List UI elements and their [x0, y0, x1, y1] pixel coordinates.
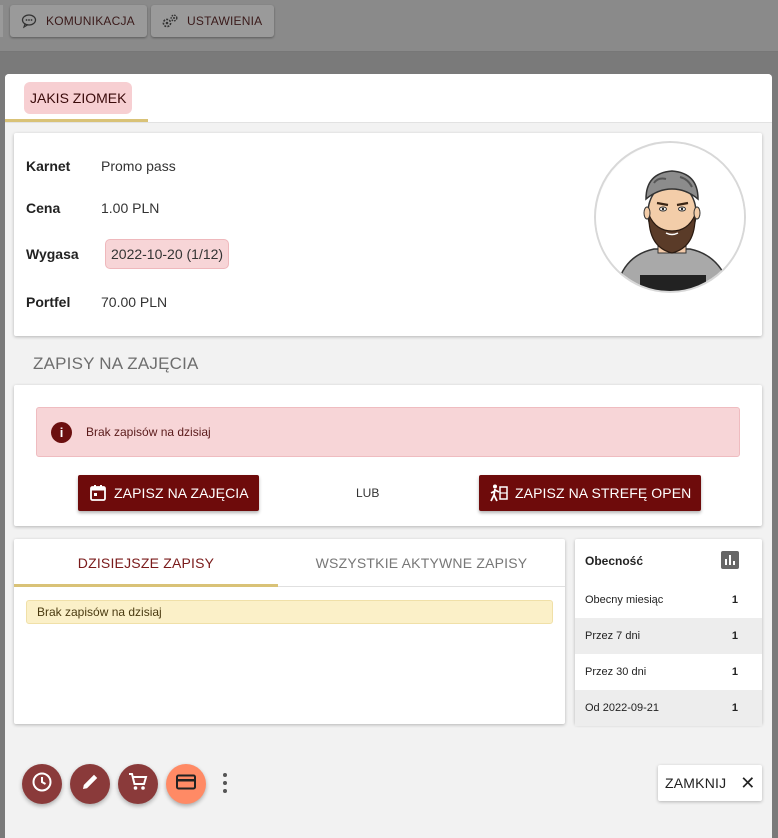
bookings-card: DZISIEJSZE ZAPISY WSZYSTKIE AKTYWNE ZAPI…: [14, 539, 565, 724]
attendance-label: Przez 30 dni: [585, 666, 647, 678]
chat-icon: [20, 13, 38, 29]
info-value: 70.00 PLN: [101, 294, 168, 310]
bookings-tabs: DZISIEJSZE ZAPISY WSZYSTKIE AKTYWNE ZAPI…: [14, 539, 565, 587]
attendance-value: 1: [731, 594, 738, 606]
tab-today-bookings[interactable]: DZISIEJSZE ZAPISY: [14, 539, 278, 587]
attendance-value: 1: [731, 666, 738, 678]
history-button[interactable]: [22, 764, 62, 804]
close-icon: ✕: [740, 772, 756, 793]
attendance-row: Obecny miesiąc 1: [575, 582, 762, 618]
attendance-value: 1: [731, 702, 738, 714]
nav-item-partial[interactable]: [0, 5, 3, 37]
bookings-tab-indicator: [14, 584, 278, 587]
signup-card: i Brak zapisów na dzisiaj ZAPISZ NA ZAJĘ…: [14, 385, 762, 526]
payment-card-button[interactable]: [166, 764, 206, 804]
signup-open-zone-button[interactable]: ZAPISZ NA STREFĘ OPEN: [479, 475, 702, 511]
close-button[interactable]: ZAMKNIJ ✕: [658, 765, 762, 801]
bar-chart-icon[interactable]: [721, 551, 739, 569]
info-value: 1.00 PLN: [101, 200, 160, 216]
signup-open-zone-label: ZAPISZ NA STREFĘ OPEN: [515, 485, 692, 501]
or-label: LUB: [356, 486, 380, 500]
attendance-title: Obecność: [585, 554, 644, 568]
attendance-row: Przez 7 dni 1: [575, 618, 762, 654]
attendance-label: Od 2022-09-21: [585, 702, 659, 714]
top-navigation: KOMUNIKACJA USTAWIENIA: [0, 0, 778, 52]
more-vert-icon[interactable]: [223, 773, 227, 793]
attendance-label: Przez 7 dni: [585, 630, 641, 642]
info-row-wygasa: Wygasa 2022-10-20 (1/12): [26, 239, 230, 269]
member-avatar: [594, 141, 746, 293]
nav-komunikacja-label: KOMUNIKACJA: [46, 14, 135, 28]
info-label: Wygasa: [26, 246, 79, 262]
pencil-icon: [79, 771, 101, 798]
member-modal: JAKIS ZIOMEK Karnet Promo pass Cena 1.00…: [5, 74, 772, 838]
info-label: Portfel: [26, 294, 71, 310]
edit-button[interactable]: [70, 764, 110, 804]
info-label: Karnet: [26, 158, 71, 174]
member-name-tab[interactable]: JAKIS ZIOMEK: [24, 82, 133, 114]
no-signups-alert: i Brak zapisów na dzisiaj: [36, 407, 740, 457]
alert-text: Brak zapisów na dzisiaj: [86, 425, 211, 439]
cart-icon: [127, 771, 149, 798]
info-value: Promo pass: [101, 158, 176, 174]
attendance-label: Obecny miesiąc: [585, 594, 664, 606]
nav-komunikacja-button[interactable]: KOMUNIKACJA: [10, 5, 147, 37]
expiry-badge: 2022-10-20 (1/12): [105, 239, 230, 269]
info-row-portfel: Portfel 70.00 PLN: [26, 294, 167, 310]
attendance-card: Obecność Obecny miesiąc 1 Przez 7 dni 1 …: [575, 539, 762, 726]
fitness-icon: [489, 483, 509, 503]
info-row-karnet: Karnet Promo pass: [26, 158, 176, 174]
cart-button[interactable]: [118, 764, 158, 804]
credit-card-icon: [175, 771, 197, 798]
nav-ustawienia-label: USTAWIENIA: [187, 14, 263, 28]
close-label: ZAMKNIJ: [665, 775, 727, 791]
info-row-cena: Cena 1.00 PLN: [26, 200, 159, 216]
gears-icon: [161, 13, 179, 29]
attendance-value: 1: [731, 630, 738, 642]
signup-section-title: ZAPISY NA ZAJĘCIA: [33, 354, 199, 373]
signup-class-button[interactable]: ZAPISZ NA ZAJĘCIA: [78, 475, 259, 511]
no-bookings-notice: Brak zapisów na dzisiaj: [26, 600, 553, 624]
nav-ustawienia-button[interactable]: USTAWIENIA: [151, 5, 275, 37]
attendance-row: Od 2022-09-21 1: [575, 690, 762, 726]
clock-icon: [31, 771, 53, 798]
member-tab-indicator: [5, 119, 148, 122]
tab-all-active-bookings[interactable]: WSZYSTKIE AKTYWNE ZAPISY: [278, 539, 565, 587]
info-label: Cena: [26, 200, 61, 216]
signup-class-label: ZAPISZ NA ZAJĘCIA: [114, 485, 249, 501]
calendar-icon: [88, 483, 108, 503]
attendance-row: Przez 30 dni 1: [575, 654, 762, 690]
member-tab-bar: JAKIS ZIOMEK: [5, 74, 772, 123]
info-icon: i: [51, 421, 72, 443]
member-info-card: Karnet Promo pass Cena 1.00 PLN Wygasa 2…: [14, 133, 762, 336]
